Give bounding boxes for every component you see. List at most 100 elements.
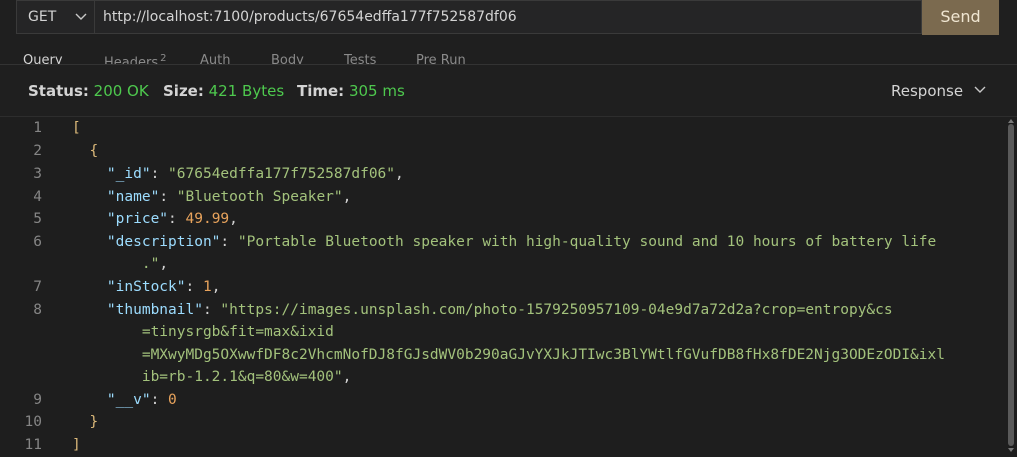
line-number: 6 — [33, 234, 42, 250]
json-token-str: ." — [72, 256, 160, 272]
json-token-punc: , — [395, 166, 404, 182]
json-token-punc: , — [159, 256, 169, 272]
status-value: 200 OK — [93, 82, 149, 100]
json-token-key: "inStock" — [106, 279, 186, 295]
line-number: 2 — [33, 143, 42, 159]
json-token-key: "price" — [106, 211, 169, 227]
code-text: "thumbnail": "https://images.unsplash.co… — [72, 299, 893, 321]
time-info: Time: 305 ms — [297, 82, 405, 100]
url-input[interactable] — [95, 0, 922, 34]
json-token-punc: : — [168, 211, 186, 227]
json-token-brkt: { — [72, 143, 99, 159]
json-token-punc: , — [229, 211, 238, 227]
json-token-punc — [72, 189, 107, 205]
code-text: "name": "Bluetooth Speaker", — [72, 186, 351, 208]
method-label: GET — [28, 9, 57, 25]
line-number: 10 — [24, 414, 42, 430]
json-token-str: "https://images.unsplash.com/photo-15792… — [220, 302, 893, 318]
line-number: 8 — [33, 302, 42, 318]
code-line: 3 "_id": "67654edffa177f752587df06", — [0, 163, 1005, 185]
code-line: .", — [0, 253, 1005, 275]
request-tabs: Query Headers 2 Auth Body Tests Pre Run — [0, 36, 1017, 65]
code-line: =tinysrgb&fit=max&ixid — [0, 321, 1005, 343]
size-info: Size: 421 Bytes — [163, 82, 284, 100]
response-view-select[interactable]: Response — [891, 82, 986, 100]
code-text: ] — [72, 434, 81, 456]
json-token-brkt: } — [72, 414, 99, 430]
json-token-punc — [72, 302, 107, 318]
json-token-str: "67654edffa177f752587df06" — [168, 166, 396, 182]
code-text: { — [72, 140, 98, 162]
response-body-editor[interactable]: 1[2 {3 "_id": "67654edffa177f752587df06"… — [0, 117, 1017, 457]
time-label: Time: — [297, 82, 345, 100]
scroll-down-arrow-icon[interactable] — [1008, 448, 1014, 452]
json-token-punc: , — [342, 189, 352, 205]
code-line: 9 "__v": 0 — [0, 389, 1005, 411]
code-line: =MXwyMDg5OXwwfDF8c2VhcmNofDJ8fGJsdWV0b29… — [0, 344, 1005, 366]
code-text: "_id": "67654edffa177f752587df06", — [72, 163, 404, 185]
json-token-key: "thumbnail" — [106, 302, 203, 318]
json-token-punc: : — [185, 279, 203, 295]
json-token-punc: : — [150, 166, 169, 182]
line-number: 11 — [24, 437, 42, 453]
code-line: 11] — [0, 434, 1005, 456]
time-value: 305 ms — [348, 82, 405, 100]
line-number: 9 — [33, 392, 42, 408]
json-token-punc: : — [150, 392, 169, 408]
json-token-punc: : — [202, 302, 221, 318]
code-line: ib=rb-1.2.1&q=80&w=400", — [0, 366, 1005, 388]
code-text: "inStock": 1, — [72, 276, 221, 298]
code-line: 10 } — [0, 411, 1005, 433]
json-token-key: "_id" — [106, 166, 151, 182]
tab-headers-badge: 2 — [160, 53, 167, 64]
json-token-key: "description" — [106, 234, 221, 250]
json-token-punc — [72, 166, 107, 182]
status-info: Status: 200 OK — [28, 82, 149, 100]
code-line: 8 "thumbnail": "https://images.unsplash.… — [0, 299, 1005, 321]
json-token-punc — [72, 392, 107, 408]
chevron-down-icon — [75, 13, 87, 20]
json-token-key: "name" — [106, 189, 160, 205]
send-button[interactable]: Send — [922, 0, 999, 35]
scrollbar-thumb[interactable] — [1008, 124, 1014, 446]
json-token-num: 0 — [168, 392, 177, 408]
code-line: 2 { — [0, 140, 1005, 162]
status-label: Status: — [28, 82, 89, 100]
line-number: 5 — [33, 211, 42, 227]
code-text: [ — [72, 117, 81, 139]
code-line: 4 "name": "Bluetooth Speaker", — [0, 186, 1005, 208]
json-token-punc: : — [159, 189, 177, 205]
line-number: 7 — [33, 279, 42, 295]
scroll-up-arrow-icon[interactable] — [1008, 119, 1014, 123]
response-view-label: Response — [891, 82, 964, 100]
method-select[interactable]: GET — [16, 0, 95, 34]
code-text: "price": 49.99, — [72, 208, 238, 230]
chevron-down-icon — [974, 86, 986, 93]
json-token-punc: , — [342, 369, 352, 385]
code-text: "__v": 0 — [72, 389, 177, 411]
json-token-brkt: [ — [72, 120, 81, 136]
code-text: .", — [72, 253, 168, 275]
json-token-key: "__v" — [106, 392, 151, 408]
json-token-str: =MXwyMDg5OXwwfDF8c2VhcmNofDJ8fGJsdWV0b29… — [72, 347, 945, 363]
json-token-str: =tinysrgb&fit=max&ixid — [72, 324, 334, 340]
code-text: ib=rb-1.2.1&q=80&w=400", — [72, 366, 352, 388]
code-text: =MXwyMDg5OXwwfDF8c2VhcmNofDJ8fGJsdWV0b29… — [72, 344, 945, 366]
code-text: } — [72, 411, 98, 433]
json-token-str: "Bluetooth Speaker" — [176, 189, 343, 205]
json-token-punc — [72, 234, 107, 250]
line-number: 3 — [33, 166, 42, 182]
json-token-str: ib=rb-1.2.1&q=80&w=400" — [72, 369, 343, 385]
size-value: 421 Bytes — [208, 82, 285, 100]
json-token-str: "Portable Bluetooth speaker with high-qu… — [237, 234, 937, 250]
code-text: =tinysrgb&fit=max&ixid — [72, 321, 334, 343]
request-bar: GET Send — [0, 0, 1017, 36]
code-line: 1[ — [0, 117, 1005, 139]
code-line: 5 "price": 49.99, — [0, 208, 1005, 230]
json-token-punc: : — [220, 234, 238, 250]
size-label: Size: — [163, 82, 204, 100]
json-token-punc: , — [211, 279, 221, 295]
json-token-num: 1 — [202, 279, 212, 295]
code-line: 7 "inStock": 1, — [0, 276, 1005, 298]
line-number: 4 — [33, 189, 42, 205]
